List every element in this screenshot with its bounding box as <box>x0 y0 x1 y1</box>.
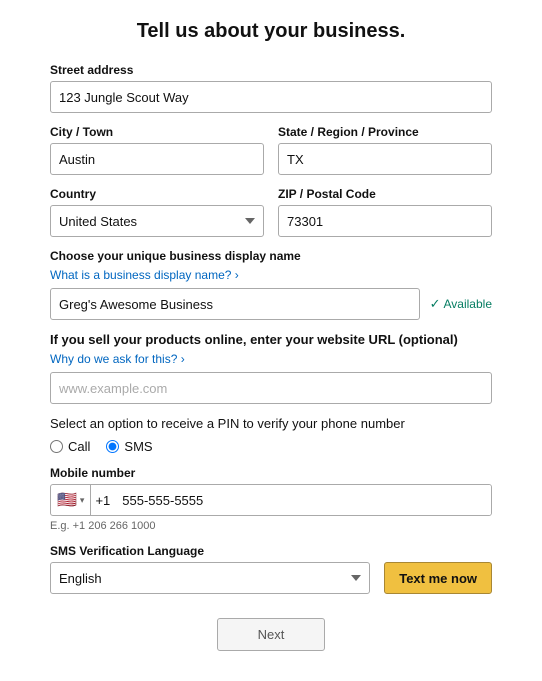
website-label: If you sell your products online, enter … <box>50 332 492 347</box>
city-input[interactable] <box>50 143 264 175</box>
country-zip-row: Country United States Canada United King… <box>50 187 492 249</box>
street-address-input[interactable] <box>50 81 492 113</box>
street-address-label: Street address <box>50 63 492 77</box>
phone-prefix: +1 <box>91 485 114 515</box>
call-radio[interactable] <box>50 440 63 453</box>
next-btn-row: Next <box>50 618 492 651</box>
state-group: State / Region / Province <box>278 125 492 175</box>
check-icon: ✓ <box>430 296 441 312</box>
phone-hint: E.g. +1 206 266 1000 <box>50 520 492 532</box>
call-option[interactable]: Call <box>50 439 90 454</box>
country-group: Country United States Canada United King… <box>50 187 264 237</box>
sms-option[interactable]: SMS <box>106 439 152 454</box>
sms-lang-group: SMS Verification Language English Spanis… <box>50 544 492 594</box>
page-title: Tell us about your business. <box>50 20 492 43</box>
website-group: If you sell your products online, enter … <box>50 332 492 404</box>
state-label: State / Region / Province <box>278 125 492 139</box>
next-button[interactable]: Next <box>217 618 326 651</box>
city-label: City / Town <box>50 125 264 139</box>
phone-input[interactable] <box>114 484 491 516</box>
pin-radio-group: Call SMS <box>50 439 492 454</box>
display-name-input[interactable] <box>50 288 420 320</box>
pin-label: Select an option to receive a PIN to ver… <box>50 416 492 431</box>
state-input[interactable] <box>278 143 492 175</box>
website-link[interactable]: Why do we ask for this? <box>50 352 185 366</box>
country-select-wrapper: United States Canada United Kingdom Aust… <box>50 205 264 237</box>
text-me-button[interactable]: Text me now <box>384 562 492 594</box>
zip-group: ZIP / Postal Code <box>278 187 492 237</box>
sms-radio-label: SMS <box>124 439 152 454</box>
available-badge: ✓ Available <box>430 296 492 312</box>
country-label: Country <box>50 187 264 201</box>
sms-radio[interactable] <box>106 440 119 453</box>
zip-label: ZIP / Postal Code <box>278 187 492 201</box>
zip-input[interactable] <box>278 205 492 237</box>
us-flag-icon: 🇺🇸 <box>57 490 77 510</box>
sms-select-wrapper: English Spanish French German Portuguese <box>50 562 370 594</box>
sms-row: English Spanish French German Portuguese… <box>50 562 492 594</box>
country-select[interactable]: United States Canada United Kingdom Aust… <box>50 205 264 237</box>
sms-lang-label: SMS Verification Language <box>50 544 492 558</box>
pin-group: Select an option to receive a PIN to ver… <box>50 416 492 454</box>
website-input[interactable] <box>50 372 492 404</box>
display-name-label: Choose your unique business display name <box>50 249 492 263</box>
display-name-link[interactable]: What is a business display name? <box>50 268 239 282</box>
city-group: City / Town <box>50 125 264 175</box>
available-text: Available <box>444 297 492 311</box>
phone-flag-select[interactable]: 🇺🇸 ▾ <box>51 485 91 515</box>
flag-dropdown-arrow: ▾ <box>80 495 85 506</box>
city-state-row: City / Town State / Region / Province <box>50 125 492 187</box>
display-name-row: ✓ Available <box>50 288 492 320</box>
call-label: Call <box>68 439 90 454</box>
street-address-group: Street address <box>50 63 492 113</box>
display-name-group: Choose your unique business display name… <box>50 249 492 320</box>
mobile-group: Mobile number 🇺🇸 ▾ +1 E.g. +1 206 266 10… <box>50 466 492 532</box>
mobile-label: Mobile number <box>50 466 492 480</box>
language-select[interactable]: English Spanish French German Portuguese <box>50 562 370 594</box>
phone-row: 🇺🇸 ▾ +1 <box>50 484 492 516</box>
